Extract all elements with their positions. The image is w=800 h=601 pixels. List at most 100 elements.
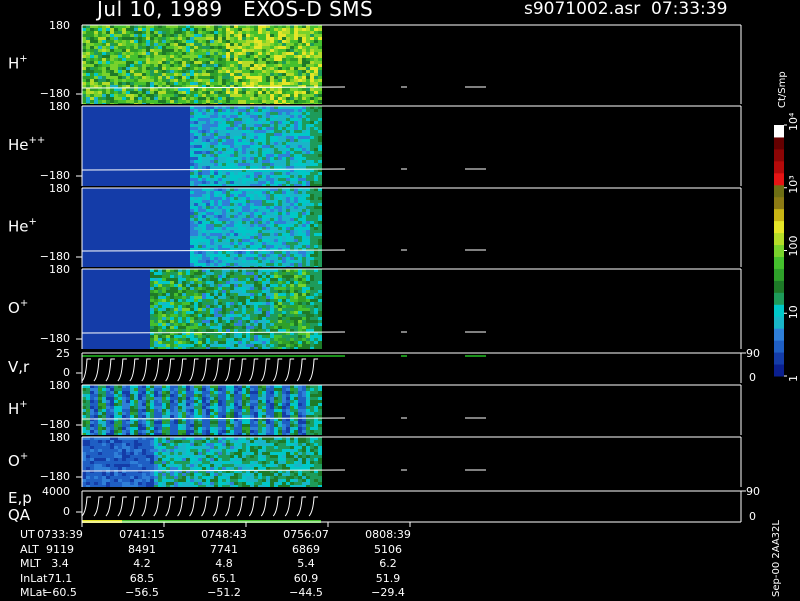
heatmap-cell [174,127,178,130]
heatmap-cell [130,133,134,136]
heatmap-cell [98,52,102,55]
heatmap-cell [166,49,170,52]
heatmap-cell [262,239,266,242]
heatmap-cell [170,79,174,82]
heatmap-cell [306,197,310,200]
heatmap-cell [222,139,226,142]
heatmap-cell [278,233,282,236]
heatmap-cell [238,191,242,194]
heatmap-cell [198,263,202,266]
heatmap-cell [318,221,322,224]
heatmap-cell [94,212,98,215]
heatmap-cell [274,49,278,52]
heatmap-cell [122,251,126,254]
heatmap-cell [166,251,170,254]
heatmap-cell [138,142,142,145]
heatmap-cell [190,263,194,266]
heatmap-cell [110,221,114,224]
heatmap-cell [122,245,126,248]
heatmap-cell [242,91,246,94]
heatmap-cell [262,79,266,82]
heatmap-cell [130,34,134,37]
heatmap-cell [286,97,290,100]
heatmap-cell [314,184,318,186]
heatmap-cell [298,67,302,70]
heatmap-cell [262,37,266,40]
heatmap-cell [82,311,86,314]
heatmap-cell [90,130,94,133]
heatmap-cell [114,88,118,91]
heatmap-cell [142,206,146,209]
heatmap-cell [282,191,286,194]
heatmap-cell [186,103,190,104]
heatmap-cell [206,115,210,118]
heatmap-cell [182,34,186,37]
heatmap-cell [82,197,86,200]
heatmap-cell [126,233,130,236]
heatmap-cell [270,224,274,227]
heatmap-cell [102,103,106,104]
heatmap-cell [86,58,90,61]
heatmap-cell [294,157,298,160]
heatmap-cell [90,133,94,136]
heatmap-cell [230,212,234,215]
heatmap-cell [138,70,142,73]
heatmap-cell [154,97,158,100]
heatmap-cell [294,100,298,103]
heatmap-cell [298,218,302,221]
heatmap-cell [294,34,298,37]
heatmap-cell [290,79,294,82]
heatmap-cell [318,263,322,266]
heatmap-cell [314,61,318,64]
heatmap-cell [258,139,262,142]
heatmap-cell [214,43,218,46]
heatmap-cell [206,160,210,163]
heatmap-cell [146,64,150,67]
heatmap-cell [158,245,162,248]
heatmap-cell [302,118,306,121]
heatmap-cell [198,28,202,31]
heatmap-cell [190,257,194,260]
heatmap-cell [82,184,86,186]
heatmap-cell [102,251,106,254]
heatmap-cell [282,263,286,266]
heatmap-cell [154,58,158,61]
heatmap-cell [110,79,114,82]
heatmap-cell [274,233,278,236]
heatmap-cell [282,236,286,239]
heatmap-cell [290,254,294,257]
heatmap-cell [266,88,270,91]
heatmap-cell [250,151,254,154]
heatmap-cell [226,124,230,127]
heatmap-cell [310,55,314,58]
heatmap-cell [210,100,214,103]
heatmap-cell [182,64,186,67]
heatmap-cell [126,109,130,112]
heatmap-cell [250,200,254,203]
heatmap-cell [270,46,274,49]
heatmap-cell [234,79,238,82]
heatmap-cell [186,64,190,67]
heatmap-cell [314,115,318,118]
heatmap-cell [238,236,242,239]
heatmap-cell [110,130,114,133]
heatmap-cell [266,151,270,154]
heatmap-cell [246,127,250,130]
heatmap-cell [266,58,270,61]
heatmap-cell [150,97,154,100]
heatmap-cell [314,245,318,248]
heatmap-cell [226,172,230,175]
heatmap-cell [214,118,218,121]
heatmap-cell [238,257,242,260]
heatmap-cell [214,242,218,245]
heatmap-cell [134,55,138,58]
heatmap-cell [110,200,114,203]
heatmap-cell [226,79,230,82]
heatmap-cell [262,230,266,233]
heatmap-cell [146,206,150,209]
heatmap-cell [126,121,130,124]
heatmap-cell [110,160,114,163]
heatmap-cell [182,230,186,233]
heatmap-cell [262,127,266,130]
heatmap-cell [278,70,282,73]
